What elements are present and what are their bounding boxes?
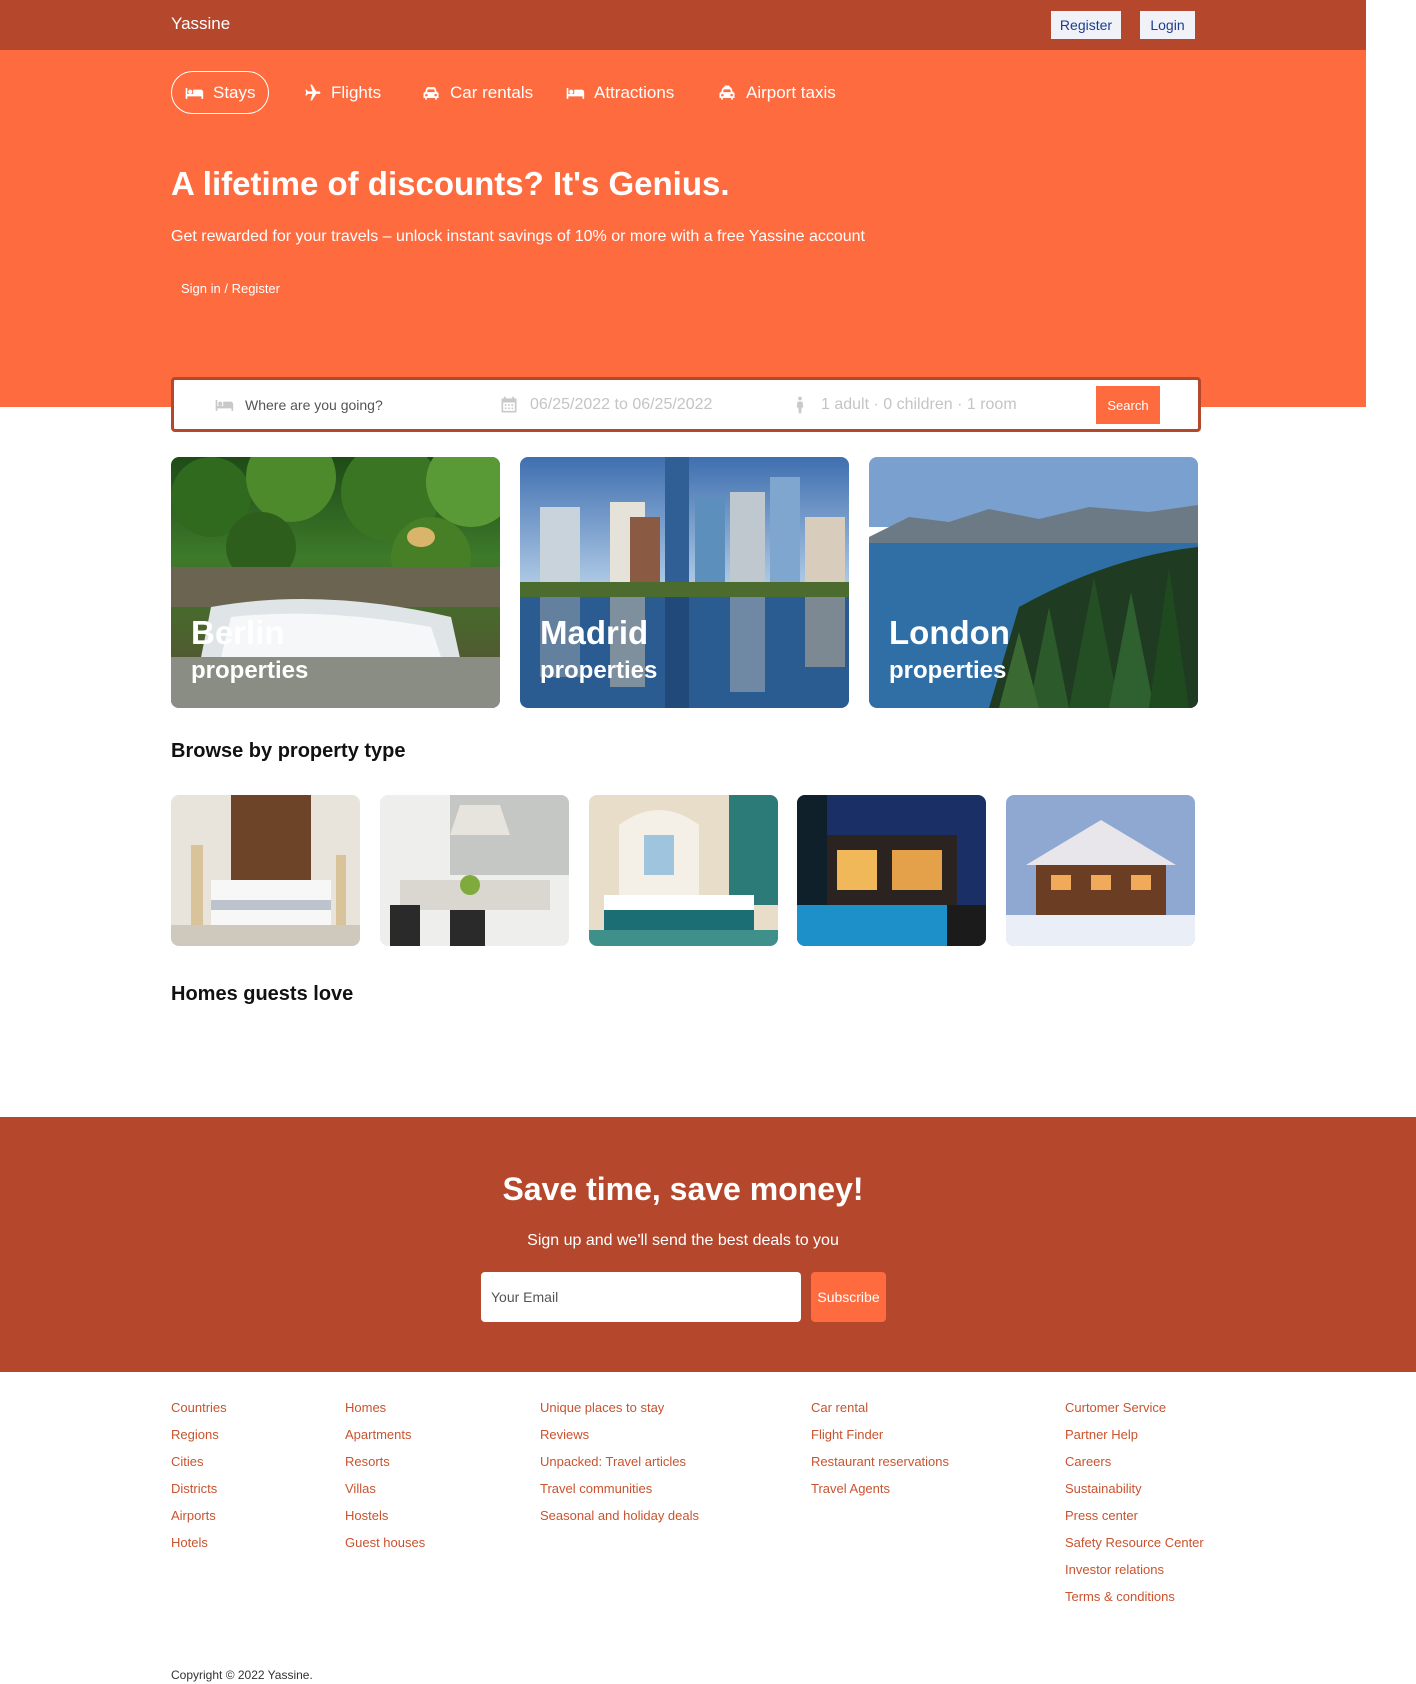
property-type-apartment[interactable] — [380, 795, 569, 946]
login-button[interactable]: Login — [1140, 11, 1195, 39]
footer-link[interactable]: Countries — [171, 1400, 227, 1427]
footer-column-3: Unique places to stay Reviews Unpacked: … — [540, 1400, 699, 1535]
footer-link[interactable]: Apartments — [345, 1427, 425, 1454]
footer-link[interactable]: Travel communities — [540, 1481, 699, 1508]
footer-link[interactable]: Seasonal and holiday deals — [540, 1508, 699, 1535]
footer-link[interactable]: Reviews — [540, 1427, 699, 1454]
bed-icon — [566, 87, 585, 99]
brand-logo[interactable]: Yassine — [171, 14, 230, 34]
search-bar: Where are you going? 06/25/2022 to 06/25… — [171, 377, 1201, 432]
city-name: London — [889, 614, 1010, 651]
resort-room-image — [589, 795, 778, 946]
tab-airport-taxis[interactable]: Airport taxis — [704, 71, 849, 114]
footer-link[interactable]: Guest houses — [345, 1535, 425, 1562]
footer-column-2: Homes Apartments Resorts Villas Hostels … — [345, 1400, 425, 1562]
city-subtitle: properties — [889, 657, 1007, 684]
footer-link[interactable]: Sustainability — [1065, 1481, 1204, 1508]
tab-car-rentals[interactable]: Car rentals — [408, 71, 546, 114]
footer-link[interactable]: Cities — [171, 1454, 227, 1481]
footer-link[interactable]: Restaurant reservations — [811, 1454, 949, 1481]
hotel-room-image — [171, 795, 360, 946]
city-name: Madrid — [540, 614, 649, 651]
tab-label: Car rentals — [450, 82, 534, 102]
tab-attractions[interactable]: Attractions — [552, 71, 687, 114]
footer-column-5: Curtomer Service Partner Help Careers Su… — [1065, 1400, 1204, 1616]
footer-link[interactable]: Safety Resource Center — [1065, 1535, 1204, 1562]
car-icon — [423, 86, 439, 100]
tab-stays[interactable]: Stays — [171, 71, 269, 114]
city-card-berlin[interactable]: Berlin properties — [171, 457, 500, 708]
guests-field[interactable]: 1 adult · 0 children · 1 room — [790, 380, 1017, 429]
footer-link[interactable]: Travel Agents — [811, 1481, 949, 1508]
tab-label: Airport taxis — [746, 82, 836, 102]
tab-label: Flights — [331, 82, 382, 102]
city-subtitle: properties — [191, 657, 309, 684]
footer-link[interactable]: Car rental — [811, 1400, 949, 1427]
footer-link[interactable]: Partner Help — [1065, 1427, 1204, 1454]
footer-link[interactable]: Districts — [171, 1481, 227, 1508]
bed-icon — [185, 87, 204, 99]
city-name: Berlin — [191, 614, 285, 651]
register-button[interactable]: Register — [1051, 11, 1121, 39]
city-subtitle: properties — [540, 657, 658, 684]
taxi-icon — [719, 85, 735, 100]
hero-title: A lifetime of discounts? It's Genius. — [171, 165, 730, 202]
villa-pool-image — [797, 795, 986, 946]
destination-input[interactable]: Where are you going? — [245, 397, 383, 413]
tab-flights[interactable]: Flights — [289, 71, 394, 114]
hero-section: Stays Flights Car rentals Attractions Ai… — [0, 50, 1366, 407]
top-navbar: Yassine Register Login — [0, 0, 1366, 50]
footer-link[interactable]: Press center — [1065, 1508, 1204, 1535]
tab-label: Stays — [213, 82, 256, 102]
email-input[interactable]: Your Email — [481, 1272, 801, 1322]
footer-column-1: Countries Regions Cities Districts Airpo… — [171, 1400, 227, 1562]
search-button[interactable]: Search — [1096, 386, 1160, 424]
signin-register-link[interactable]: Sign in / Register — [181, 281, 280, 296]
calendar-icon — [501, 396, 517, 412]
footer-link[interactable]: Homes — [345, 1400, 425, 1427]
footer-link[interactable]: Curtomer Service — [1065, 1400, 1204, 1427]
bed-icon — [215, 399, 234, 411]
kitchen-image — [380, 795, 569, 946]
plane-icon — [305, 84, 321, 100]
browse-property-heading: Browse by property type — [171, 740, 406, 762]
property-type-resort[interactable] — [589, 795, 778, 946]
footer-link[interactable]: Unique places to stay — [540, 1400, 699, 1427]
footer-link[interactable]: Hotels — [171, 1535, 227, 1562]
footer-link[interactable]: Unpacked: Travel articles — [540, 1454, 699, 1481]
newsletter-title: Save time, save money! — [502, 1171, 864, 1207]
footer-link[interactable]: Airports — [171, 1508, 227, 1535]
property-type-hotel[interactable] — [171, 795, 360, 946]
person-icon — [796, 396, 804, 413]
date-range-text: 06/25/2022 to 06/25/2022 — [530, 395, 713, 413]
footer-link[interactable]: Regions — [171, 1427, 227, 1454]
city-card-madrid[interactable]: Madrid properties — [520, 457, 849, 708]
property-type-villa[interactable] — [797, 795, 986, 946]
footer-link[interactable]: Flight Finder — [811, 1427, 949, 1454]
property-type-cabin[interactable] — [1006, 795, 1195, 946]
subscribe-button[interactable]: Subscribe — [811, 1272, 886, 1322]
footer-link[interactable]: Terms & conditions — [1065, 1589, 1204, 1616]
date-field[interactable]: 06/25/2022 to 06/25/2022 — [499, 380, 712, 429]
newsletter-subtitle: Sign up and we'll send the best deals to… — [527, 1232, 839, 1249]
footer-link[interactable]: Resorts — [345, 1454, 425, 1481]
footer-column-4: Car rental Flight Finder Restaurant rese… — [811, 1400, 949, 1508]
tab-label: Attractions — [594, 82, 675, 102]
guests-text: 1 adult · 0 children · 1 room — [821, 395, 1017, 413]
homes-guests-love-heading: Homes guests love — [171, 983, 354, 1005]
cabin-snow-image — [1006, 795, 1195, 946]
footer-link[interactable]: Careers — [1065, 1454, 1204, 1481]
newsletter-section: Save time, save money! Sign up and we'll… — [0, 1117, 1416, 1372]
footer-link[interactable]: Hostels — [345, 1508, 425, 1535]
hero-subtitle: Get rewarded for your travels – unlock i… — [171, 228, 865, 245]
copyright-text: Copyright © 2022 Yassine. — [171, 1668, 313, 1682]
footer-link[interactable]: Investor relations — [1065, 1562, 1204, 1589]
city-card-london[interactable]: London properties — [869, 457, 1198, 708]
footer-link[interactable]: Villas — [345, 1481, 425, 1508]
destination-field[interactable]: Where are you going? — [214, 380, 383, 429]
